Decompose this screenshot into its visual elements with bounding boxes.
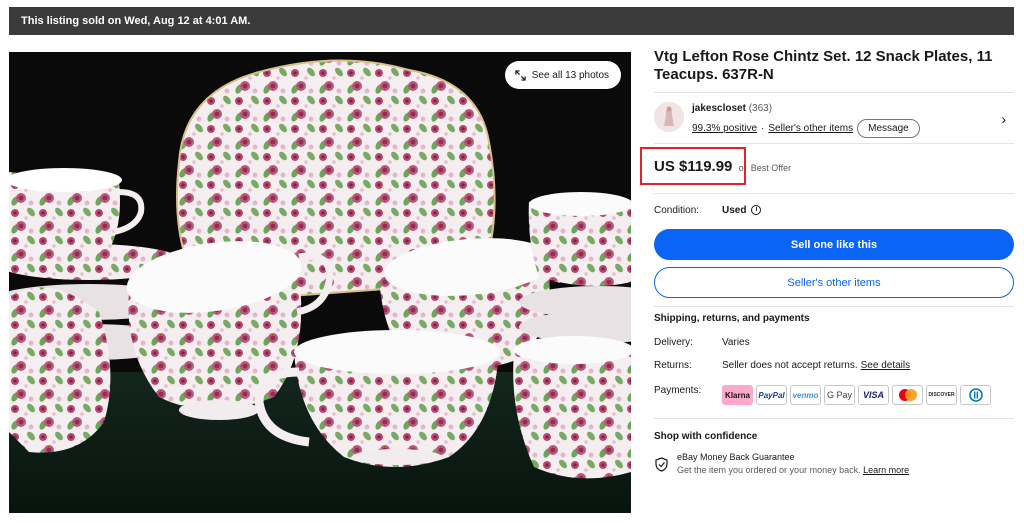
teacup-set-image [9, 52, 631, 513]
see-all-photos-label: See all 13 photos [531, 69, 609, 81]
main-photo[interactable]: See all 13 photos [9, 52, 631, 513]
seller-separator: · [761, 123, 765, 134]
divider [654, 418, 1014, 419]
condition-label: Condition: [654, 205, 700, 216]
mastercard-icon [892, 385, 923, 405]
chevron-right-icon[interactable]: › [1001, 111, 1006, 127]
payment-methods: Klarna PayPal venmo G Pay VISA DISCOVER [722, 385, 991, 405]
seller-avatar[interactable] [654, 102, 684, 132]
returns-value: Seller does not accept returns. [722, 360, 858, 371]
expand-icon [515, 69, 526, 81]
klarna-icon: Klarna [722, 385, 753, 405]
shipping-section-title: Shipping, returns, and payments [654, 313, 810, 324]
listing-title: Vtg Lefton Rose Chintz Set. 12 Snack Pla… [654, 48, 993, 83]
shield-check-icon [655, 457, 668, 472]
money-back-guarantee-title: eBay Money Back Guarantee [677, 452, 795, 462]
payments-row: Payments: Klarna PayPal venmo G Pay VISA… [654, 385, 991, 405]
condition-row: Condition: Used i [654, 205, 762, 216]
sold-banner-text: This listing sold on Wed, Aug 12 at 4:01… [21, 15, 251, 27]
seller-name-row: jakescloset (363) [692, 103, 772, 114]
confidence-section-title: Shop with confidence [654, 431, 758, 442]
returns-label: Returns: [654, 360, 692, 371]
sell-one-like-this-label: Sell one like this [790, 238, 878, 251]
delivery-label: Delivery: [654, 337, 693, 348]
google-pay-icon: G Pay [824, 385, 855, 405]
money-back-guarantee-text: Get the item you ordered or your money b… [677, 465, 909, 475]
message-button[interactable]: Message [857, 119, 920, 138]
seller-feedback-count: (363) [748, 103, 773, 114]
sold-banner: This listing sold on Wed, Aug 12 at 4:01… [9, 7, 1014, 35]
delivery-value: Varies [722, 337, 750, 348]
venmo-icon: venmo [790, 385, 821, 405]
diners-club-logo [968, 388, 983, 402]
see-details-link[interactable]: See details [861, 360, 910, 371]
payments-label: Payments: [654, 385, 702, 396]
seller-other-items-link[interactable]: Seller's other items [768, 123, 853, 134]
seller-positive-link[interactable]: 99.3% positive [692, 123, 757, 134]
sellers-other-items-label: Seller's other items [787, 276, 881, 289]
visa-icon: VISA [858, 385, 889, 405]
price-highlight-box [640, 147, 746, 185]
delivery-row: Delivery: Varies [654, 337, 750, 348]
best-offer-label: Best Offer [750, 163, 792, 173]
see-all-photos-button[interactable]: See all 13 photos [504, 61, 621, 89]
guarantee-description: Get the item you ordered or your money b… [677, 465, 861, 475]
seller-name-link[interactable]: jakescloset [692, 103, 746, 114]
learn-more-link[interactable]: Learn more [863, 465, 909, 475]
seller-links: 99.3% positive · Seller's other items Me… [692, 119, 920, 138]
listing-title-block: Vtg Lefton Rose Chintz Set. 12 Snack Pla… [654, 48, 1014, 84]
condition-value: Used [722, 205, 747, 216]
mastercard-logo [898, 389, 917, 401]
sell-one-like-this-button[interactable]: Sell one like this [654, 229, 1014, 260]
seller-card[interactable]: jakescloset (363) 99.3% positive · Selle… [654, 92, 1014, 144]
diners-club-icon [960, 385, 991, 405]
sellers-other-items-button[interactable]: Seller's other items [654, 267, 1014, 298]
avatar-image [654, 102, 684, 132]
info-icon[interactable]: i [751, 205, 762, 215]
divider [654, 193, 1014, 194]
returns-row: Returns: Seller does not accept returns.… [654, 360, 910, 371]
discover-icon: DISCOVER [926, 385, 957, 405]
divider [654, 306, 1014, 307]
paypal-icon: PayPal [756, 385, 787, 405]
